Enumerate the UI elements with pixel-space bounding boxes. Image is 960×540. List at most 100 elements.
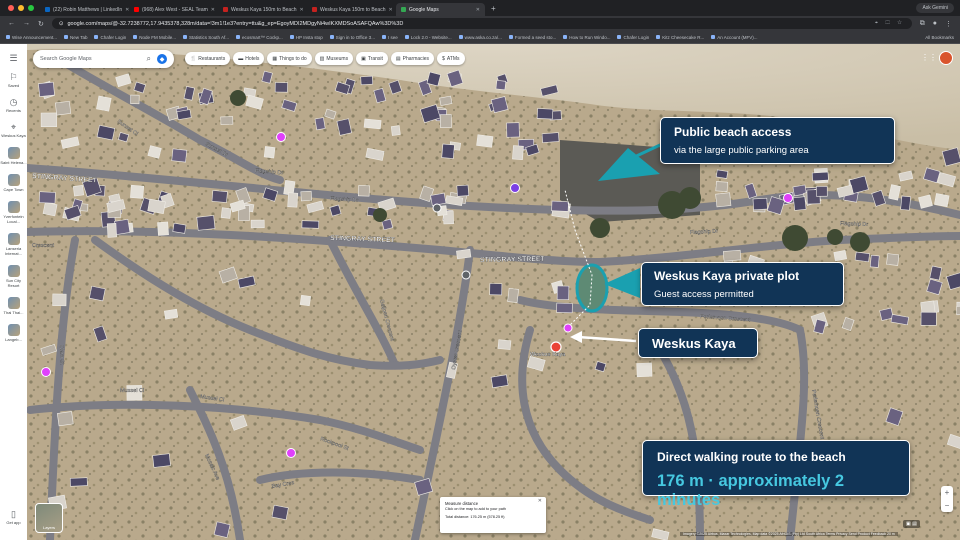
- rail-item[interactable]: Cape Town: [0, 174, 27, 192]
- chip-atms[interactable]: $ ATMs: [437, 52, 465, 65]
- house-roof: [196, 215, 216, 231]
- street-label: Flagship Dr: [840, 221, 868, 228]
- youtube-icon: [134, 7, 139, 12]
- chip-museums[interactable]: ▥ Museums: [314, 52, 354, 65]
- house-roof: [495, 79, 507, 91]
- browser-tab[interactable]: Weskus Kaya 150m to Beach ✕: [218, 3, 307, 16]
- close-window-icon[interactable]: [8, 5, 14, 11]
- zoom-in-icon[interactable]: +: [945, 488, 950, 497]
- close-tab-icon[interactable]: ✕: [389, 7, 393, 13]
- close-tab-icon[interactable]: ✕: [476, 7, 480, 13]
- bookmark-item[interactable]: ecosmart™ Cockp...: [236, 35, 283, 40]
- account-avatar[interactable]: [939, 51, 953, 65]
- menu-icon[interactable]: ⋮: [945, 20, 952, 28]
- house-roof: [263, 146, 276, 159]
- bookmark-item[interactable]: Node FM Mobile...: [133, 35, 176, 40]
- url-actions[interactable]: ⌖ ⬚ ☆: [875, 20, 905, 27]
- rail-item[interactable]: ⌖ Weskus Kaya: [0, 122, 27, 138]
- place-label[interactable]: Weskus Kaya: [530, 352, 567, 358]
- house-roof: [556, 302, 573, 314]
- rail-item[interactable]: Thai Thai...: [0, 297, 27, 315]
- directions-icon[interactable]: ◆: [157, 54, 167, 64]
- bookmark-item[interactable]: HP Insta stop: [289, 35, 323, 40]
- callout-title: Direct walking route to the beach: [657, 450, 846, 464]
- rail-item[interactable]: ⚐ Saved: [0, 72, 27, 88]
- chip-things-to-do[interactable]: ▦ Things to do: [267, 52, 312, 65]
- chip-pharmacies[interactable]: ▤ Pharmacies: [390, 52, 435, 65]
- house-roof: [536, 108, 554, 120]
- profile-icon[interactable]: ●: [933, 20, 937, 27]
- zoom-out-icon[interactable]: −: [945, 501, 950, 510]
- bookmark-item[interactable]: Sign in to Office 3...: [329, 35, 375, 40]
- bookmark-item[interactable]: An Account (MFV)...: [711, 35, 758, 40]
- place-thumbnail: [7, 297, 20, 309]
- site-info-icon[interactable]: ⊙: [59, 21, 64, 27]
- menu-button[interactable]: ☰: [0, 53, 27, 63]
- callout-subtitle: via the large public parking area: [674, 145, 809, 156]
- url-field[interactable]: ⊙ google.com/maps/@-32.7238772,17.943537…: [51, 18, 912, 29]
- rail-item[interactable]: Saint Helena...: [0, 147, 27, 165]
- bookmark-item[interactable]: Lock 2.0 - Website...: [404, 35, 452, 40]
- bookmark-item[interactable]: Wise Announcement...: [6, 35, 57, 40]
- bookmark-item[interactable]: Chafer Login: [617, 35, 649, 40]
- chip-hotels[interactable]: ▬ Hotels: [233, 52, 265, 65]
- bookmark-item[interactable]: I see: [381, 35, 398, 40]
- chip-transit[interactable]: ▣ Transit: [356, 52, 388, 65]
- browser-tab-active[interactable]: Google Maps ✕: [396, 3, 485, 16]
- rail-item[interactable]: Lanseria Internat...: [0, 233, 27, 256]
- street-label: Clam St: [58, 345, 65, 365]
- bookmark-item[interactable]: www.aska.co.za/...: [458, 35, 502, 40]
- street-view-icon[interactable]: ▣ ▤: [903, 520, 920, 528]
- get-app-button[interactable]: ▯ Get app: [0, 509, 27, 525]
- apps-grid-icon[interactable]: ⋮⋮: [921, 53, 937, 62]
- layers-button[interactable]: Layers: [35, 503, 63, 533]
- private-plot-highlight[interactable]: [575, 263, 609, 313]
- forward-icon[interactable]: →: [23, 20, 30, 27]
- search-input[interactable]: Search Google Maps ⌕ ◆: [33, 50, 174, 68]
- browser-tab[interactable]: (22) Robin Matthews | LinkedIn ✕: [40, 3, 129, 16]
- browser-tab[interactable]: (968) Alex West - SEAL Team ✕: [129, 3, 218, 16]
- house-roof: [363, 118, 382, 130]
- house-roof: [300, 190, 313, 202]
- house-roof: [56, 411, 74, 427]
- close-tab-icon[interactable]: ✕: [300, 7, 304, 13]
- callout-title: Weskus Kaya: [652, 336, 736, 351]
- rail-item[interactable]: Langeb...: [0, 324, 27, 342]
- bookmark-item[interactable]: Kitz Cheesecake R...: [656, 35, 704, 40]
- bookmark-favicon-icon: [381, 35, 386, 39]
- new-tab-button[interactable]: +: [485, 4, 502, 13]
- rail-item[interactable]: ◷ Recents: [0, 97, 27, 113]
- rail-item[interactable]: Sun City Resort: [0, 265, 27, 288]
- bookmark-item[interactable]: How to Run Windo...: [563, 35, 610, 40]
- house-roof: [299, 294, 312, 307]
- weskus-kaya-pin[interactable]: [550, 341, 562, 353]
- house-roof: [722, 249, 742, 262]
- maximize-window-icon[interactable]: [28, 5, 34, 11]
- back-icon[interactable]: ←: [8, 20, 15, 27]
- house-roof: [274, 82, 288, 93]
- house-roof: [441, 143, 455, 159]
- private-plot-arrow-shaft: [619, 281, 639, 286]
- measure-distance-card: ✕ Measure distance Click on the map to a…: [440, 497, 546, 533]
- house-roof: [314, 117, 326, 131]
- chip-restaurants[interactable]: 🍴 Restaurants: [185, 52, 231, 65]
- extensions-icon[interactable]: ⧉: [920, 20, 925, 28]
- ask-gemini-button[interactable]: Ask Gemini: [916, 3, 954, 13]
- callout-title: Weskus Kaya private plot: [654, 269, 800, 283]
- measure-total: Total distance: 176.25 m (578.25 ft): [445, 515, 505, 519]
- house-roof: [811, 171, 829, 182]
- browser-tab[interactable]: Weskus Kaya 150m to Beach ✕: [307, 3, 396, 16]
- search-icon[interactable]: ⌕: [147, 54, 151, 64]
- close-icon[interactable]: ✕: [538, 498, 542, 505]
- bookmark-item[interactable]: Chafer Login: [94, 35, 126, 40]
- bookmark-item[interactable]: Statistics South Af...: [183, 35, 229, 40]
- reload-icon[interactable]: ↻: [38, 20, 44, 28]
- bookmark-item[interactable]: Formed a seed sto...: [508, 35, 556, 40]
- close-tab-icon[interactable]: ✕: [211, 7, 215, 13]
- all-bookmarks-button[interactable]: All Bookmarks: [925, 35, 954, 40]
- rail-item[interactable]: Yzerfontein Local...: [0, 201, 27, 224]
- minimize-window-icon[interactable]: [18, 5, 24, 11]
- bookmark-favicon-icon: [563, 35, 568, 39]
- house-roof: [541, 132, 560, 143]
- bookmark-item[interactable]: New Tab: [64, 35, 87, 40]
